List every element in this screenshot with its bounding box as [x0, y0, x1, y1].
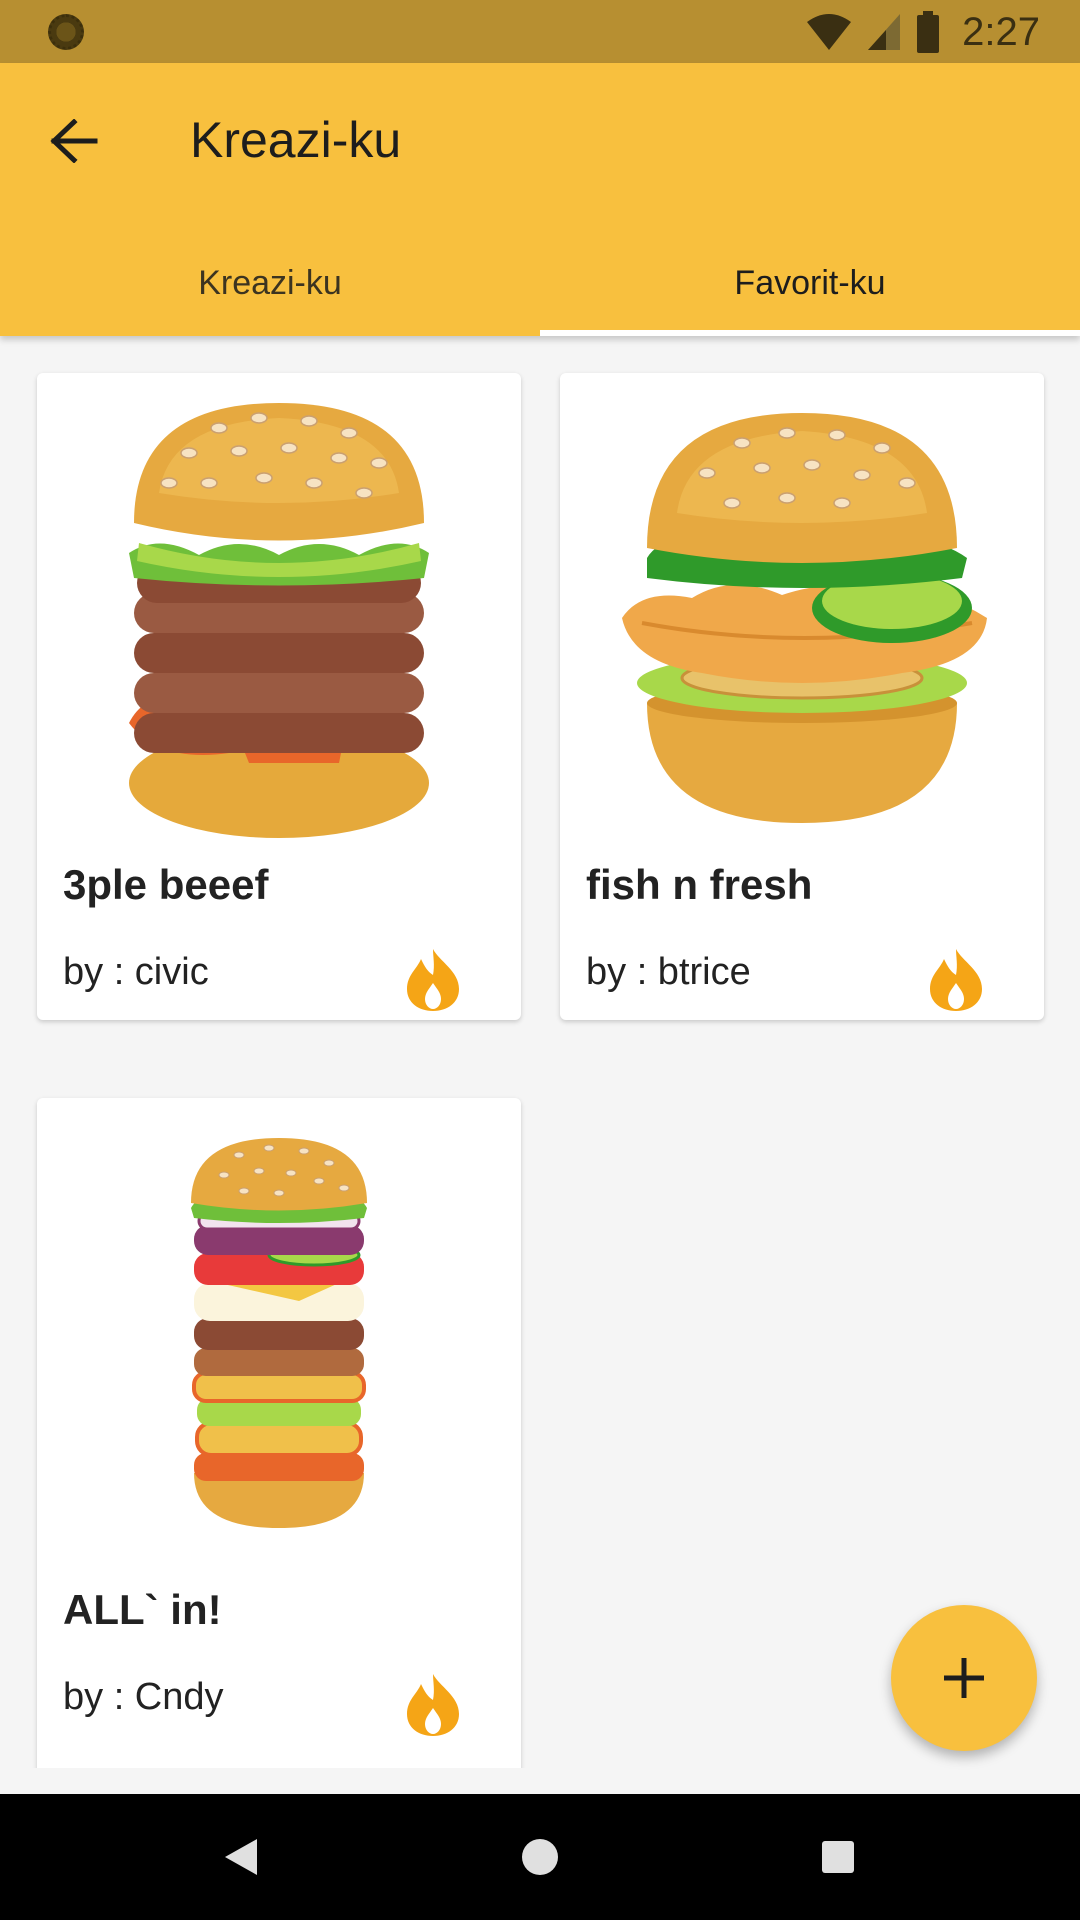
fire-icon[interactable] [926, 947, 986, 1011]
recipe-title: fish n fresh [586, 861, 813, 908]
status-time: 2:27 [962, 9, 1040, 54]
app-bar: Kreazi-ku Kreazi-ku Favorit-ku [0, 63, 1080, 336]
status-bar: 2:27 [0, 0, 1080, 63]
recipe-author: by : btrice [586, 951, 751, 993]
tab-bar: Kreazi-ku Favorit-ku [0, 231, 1080, 336]
add-recipe-button[interactable] [891, 1605, 1037, 1751]
plus-icon [944, 1658, 984, 1698]
favorites-grid: 3ple beeef by : civic fish n fresh by: … [0, 336, 1080, 1768]
recipe-author: by : Cndy [63, 1676, 224, 1718]
nav-back-button[interactable] [208, 1824, 274, 1890]
system-nav-bar [0, 1794, 1080, 1920]
fire-icon[interactable] [403, 1672, 463, 1736]
recipe-card[interactable]: fish n fresh by : btrice [560, 373, 1044, 1020]
battery-icon [917, 11, 940, 53]
wifi-icon [807, 14, 852, 50]
signal-icon [868, 14, 901, 50]
nav-home-button[interactable] [507, 1824, 573, 1890]
recipe-author: by : civic [63, 951, 209, 993]
recipe-title: ALL` in! [63, 1586, 222, 1633]
page-title: Kreazi-ku [190, 112, 402, 168]
tab-favorit-ku[interactable]: Favorit-ku [540, 231, 1080, 336]
triple-beef-burger-image [37, 373, 521, 853]
back-triangle-icon [225, 1839, 257, 1875]
tab-kreazi-ku[interactable]: Kreazi-ku [0, 231, 540, 336]
home-circle-icon [522, 1839, 558, 1875]
fish-burger-image [560, 373, 1044, 853]
recipe-title: 3ple beeef [63, 861, 269, 908]
recents-square-icon [822, 1841, 854, 1873]
fire-icon[interactable] [403, 947, 463, 1011]
status-icons: 2:27 [806, 8, 1040, 56]
nav-recents-button[interactable] [805, 1824, 871, 1890]
recipe-card[interactable]: 3ple beeef by : civic [37, 373, 521, 1020]
notification-dot-icon [48, 14, 84, 50]
back-button[interactable] [34, 101, 114, 181]
recipe-card[interactable]: ALL` in! by : Cndy [37, 1098, 521, 1768]
tall-stacked-burger-image [37, 1098, 521, 1568]
arrow-back-icon [50, 119, 98, 163]
